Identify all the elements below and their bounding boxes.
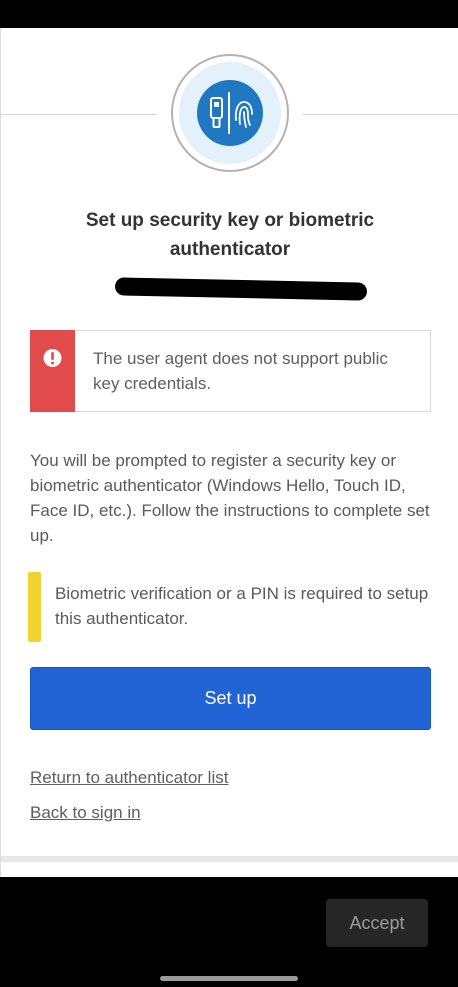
page-bottom-divider [1,856,458,862]
security-key-fingerprint-icon [197,80,263,146]
authenticator-logo [171,54,289,172]
notice-stripe [28,572,41,642]
back-to-sign-in-link[interactable]: Back to sign in [30,803,141,823]
error-alert: The user agent does not support public k… [30,330,431,412]
setup-instructions: You will be prompted to register a secur… [30,451,430,545]
bottom-bar: Accept [0,877,458,987]
requirement-notice: Biometric verification or a PIN is requi… [28,572,430,642]
header-divider-left [1,114,157,115]
return-to-authenticator-list-link[interactable]: Return to authenticator list [30,768,228,788]
auth-page: Set up security key or biometric authent… [0,28,458,877]
header-divider-right [303,114,458,115]
home-indicator[interactable] [160,976,298,981]
redacted-user-identifier [114,277,368,301]
page-title: Set up security key or biometric authent… [85,210,375,260]
setup-button[interactable]: Set up [30,667,431,730]
logo-halo [179,62,281,164]
error-alert-stripe [30,330,75,412]
notice-message: Biometric verification or a PIN is requi… [55,584,429,628]
accept-button[interactable]: Accept [326,899,428,947]
error-message: The user agent does not support public k… [93,349,388,393]
exclamation-circle-icon [43,349,62,367]
status-bar [0,0,458,28]
